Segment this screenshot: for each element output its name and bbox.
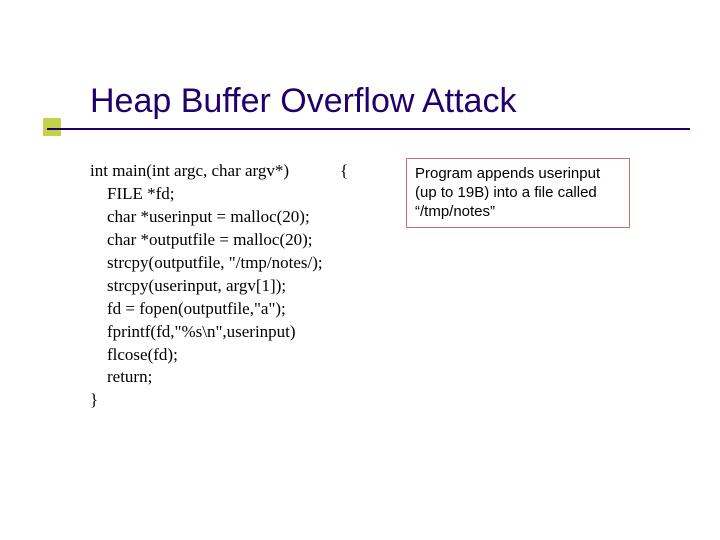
code-line: return; xyxy=(90,367,152,386)
title-area: Heap Buffer Overflow Attack xyxy=(90,82,690,121)
code-line: } xyxy=(90,390,98,409)
code-line: int main(int argc, char argv*) { xyxy=(90,161,348,180)
code-line: flcose(fd); xyxy=(90,345,178,364)
annotation-text: Program appends userinput (up to 19B) in… xyxy=(415,165,600,220)
code-line: char *outputfile = malloc(20); xyxy=(90,230,313,249)
title-underline xyxy=(47,128,690,130)
code-line: fprintf(fd,"%s\n",userinput) xyxy=(90,322,296,341)
code-block: int main(int argc, char argv*) { FILE *f… xyxy=(90,160,348,412)
slide-title: Heap Buffer Overflow Attack xyxy=(90,82,690,121)
code-line: strcpy(userinput, argv[1]); xyxy=(90,276,286,295)
code-line: strcpy(outputfile, "/tmp/notes/); xyxy=(90,253,323,272)
code-line: FILE *fd; xyxy=(90,184,175,203)
annotation-box: Program appends userinput (up to 19B) in… xyxy=(406,158,630,228)
code-line: char *userinput = malloc(20); xyxy=(90,207,310,226)
code-line: fd = fopen(outputfile,"a"); xyxy=(90,299,286,318)
title-bullet xyxy=(43,118,61,136)
